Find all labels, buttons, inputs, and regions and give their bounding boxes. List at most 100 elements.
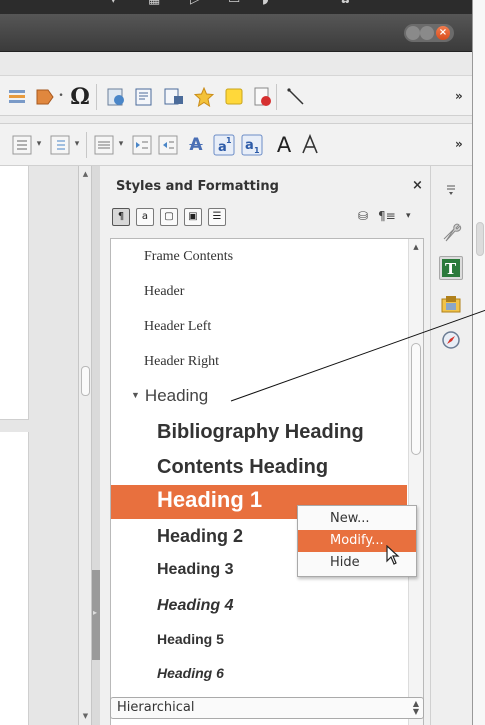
comment-icon[interactable]	[222, 85, 246, 109]
list-bullets-icon[interactable]	[10, 133, 34, 157]
toolbar-more-button[interactable]: »	[455, 137, 463, 151]
styles-sidebar: Styles and Formatting × ¶ a ▢ ▣ ☰ ⛁ ¶≡ ▾…	[100, 166, 430, 725]
scrollbar-thumb[interactable]	[81, 366, 90, 396]
numbering-dropdown-icon[interactable]: ▾	[72, 134, 82, 154]
indicator-icon: ▾	[110, 0, 117, 7]
close-window-button[interactable]: ×	[436, 26, 450, 40]
strikethrough-icon[interactable]: A	[184, 133, 208, 157]
spinner-icon[interactable]: ▲ ▼	[413, 700, 419, 716]
style-filter-select[interactable]: Hierarchical ▲ ▼	[110, 697, 424, 719]
paragraph-spacing-icon[interactable]	[92, 133, 116, 157]
style-filter-value: Hierarchical	[117, 700, 195, 715]
context-menu-hide-label: Hide	[330, 555, 360, 570]
document-scrollbar[interactable]: ▲ ▼	[78, 166, 92, 725]
toolbar-separator	[86, 132, 87, 158]
spacing-dropdown-icon[interactable]: ▾	[116, 134, 126, 154]
svg-text:T: T	[445, 260, 457, 278]
character-styles-icon[interactable]: a	[136, 208, 154, 226]
scroll-up-icon[interactable]: ▲	[411, 243, 421, 251]
list-numbers-icon[interactable]	[48, 133, 72, 157]
subscript-icon[interactable]: a1	[240, 133, 264, 157]
frame-styles-icon[interactable]: ▢	[160, 208, 178, 226]
list-item[interactable]: Heading 5	[157, 631, 423, 647]
document-page[interactable]	[0, 432, 29, 725]
settings-icon: ✿	[340, 0, 351, 7]
splitter-grip[interactable]	[92, 570, 100, 660]
toolbar-gap	[0, 116, 472, 124]
list-item[interactable]: Frame Contents	[144, 249, 423, 265]
sidebar-tab-bar: T	[430, 166, 472, 725]
fill-format-icon[interactable]: ⛁	[358, 209, 368, 223]
list-item[interactable]: Heading 6	[157, 665, 423, 681]
sidebar-header: Styles and Formatting ×	[100, 166, 430, 206]
outer-scrollbar[interactable]	[472, 0, 485, 725]
svg-text:1: 1	[226, 136, 232, 145]
scrollbar-thumb[interactable]	[476, 222, 484, 256]
navigator-tab-icon[interactable]	[439, 328, 463, 352]
footnote-icon[interactable]	[132, 85, 156, 109]
insert-field-icon[interactable]	[32, 85, 56, 109]
context-menu-new[interactable]: New...	[298, 508, 416, 530]
draw-line-icon[interactable]	[284, 85, 308, 109]
list-item[interactable]: Header Left	[144, 319, 423, 335]
properties-tab-icon[interactable]	[439, 220, 463, 244]
style-actions-dropdown-icon[interactable]: ▾	[406, 211, 411, 221]
keyboard-icon: ▦	[148, 0, 160, 7]
special-character-icon[interactable]: Ω	[68, 84, 92, 110]
field-dropdown-icon[interactable]: •	[56, 86, 66, 106]
list-item[interactable]: Header	[144, 284, 423, 300]
sidebar-title: Styles and Formatting	[116, 179, 279, 194]
context-menu-new-label: New...	[330, 511, 370, 526]
window-title-bar: ×	[0, 14, 472, 52]
heading-1-label: Heading 1	[157, 487, 263, 512]
track-changes-icon[interactable]	[250, 85, 274, 109]
list-item-heading[interactable]: ▼ Heading	[131, 386, 423, 406]
document-area[interactable]	[0, 166, 78, 725]
context-menu-modify-label: Modify...	[330, 533, 384, 548]
heading-label: Heading	[144, 386, 209, 405]
styles-list-scrollbar[interactable]: ▲ ▼	[408, 239, 423, 725]
context-menu: New... Modify... Hide	[297, 505, 417, 577]
gallery-tab-icon[interactable]	[439, 292, 463, 316]
maximize-button[interactable]	[420, 26, 434, 40]
svg-text:1: 1	[254, 146, 260, 155]
list-item[interactable]: Contents Heading	[157, 456, 423, 479]
volume-icon: ◗	[262, 0, 269, 7]
table-insert-icon[interactable]	[6, 85, 30, 109]
document-page[interactable]	[0, 166, 29, 420]
close-icon[interactable]: ×	[412, 178, 423, 193]
toolbar-more-button[interactable]: »	[455, 89, 463, 103]
bookmark-icon[interactable]	[192, 85, 216, 109]
toolbar-separator	[96, 84, 97, 110]
decrease-indent-icon[interactable]	[156, 133, 180, 157]
scrollbar-thumb[interactable]	[411, 343, 421, 455]
list-item[interactable]: Header Right	[144, 354, 423, 370]
increase-indent-icon[interactable]	[130, 133, 154, 157]
bluetooth-icon: ▷	[190, 0, 200, 7]
list-styles-icon[interactable]: ☰	[208, 208, 226, 226]
styles-list[interactable]: Frame Contents Header Header Left Header…	[110, 238, 424, 725]
svg-text:a: a	[245, 138, 254, 153]
list-item[interactable]: Bibliography Heading	[157, 421, 423, 444]
fontwork-icon[interactable]	[298, 133, 322, 157]
styles-tab-icon[interactable]: T	[439, 256, 463, 280]
scroll-up-icon[interactable]: ▲	[81, 168, 90, 180]
toolbar-separator	[276, 84, 277, 110]
new-style-icon[interactable]: ¶≡	[378, 209, 396, 223]
standard-toolbar: • Ω »	[0, 76, 472, 116]
sidebar-splitter[interactable]	[92, 166, 100, 725]
mouse-cursor-icon	[386, 545, 400, 565]
caption-icon[interactable]	[162, 85, 186, 109]
page-styles-icon[interactable]: ▣	[184, 208, 202, 226]
minimize-button[interactable]	[406, 26, 420, 40]
sidebar-menu-icon[interactable]	[439, 178, 463, 202]
superscript-icon[interactable]: a1	[212, 133, 236, 157]
hyperlink-icon[interactable]	[104, 85, 128, 109]
formatting-toolbar: ▾ ▾ ▾ A a1 a1 A »	[0, 124, 472, 166]
expand-triangle-icon[interactable]: ▼	[131, 390, 140, 400]
paragraph-styles-icon[interactable]: ¶	[112, 208, 130, 226]
list-item[interactable]: Heading 4	[157, 597, 423, 615]
character-icon[interactable]: A	[272, 133, 296, 157]
bullets-dropdown-icon[interactable]: ▾	[34, 134, 44, 154]
scroll-down-icon[interactable]: ▼	[81, 710, 90, 722]
